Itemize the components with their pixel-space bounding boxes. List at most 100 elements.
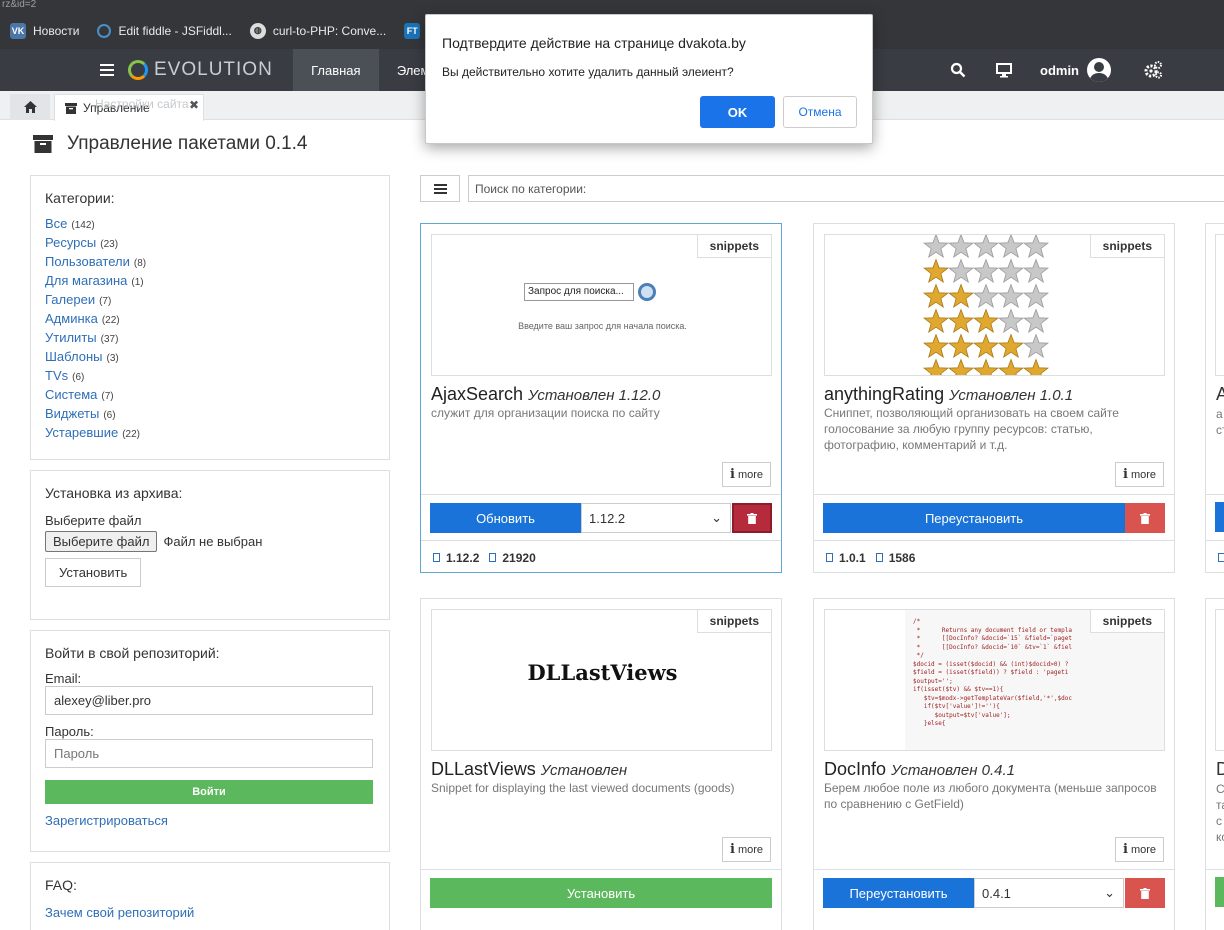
version-select[interactable]: 1.12.2 ⌄ bbox=[581, 503, 731, 533]
gears-icon[interactable] bbox=[1143, 60, 1163, 80]
category-item[interactable]: Шаблоны (3) bbox=[45, 347, 375, 366]
close-icon[interactable]: ✖ bbox=[189, 98, 199, 112]
package-desc-partial-2: ст bbox=[1216, 423, 1224, 437]
star-empty-icon bbox=[997, 235, 1025, 259]
avatar-icon[interactable] bbox=[1087, 58, 1111, 82]
list-view-button[interactable] bbox=[420, 175, 460, 202]
category-link[interactable]: Устаревшие bbox=[45, 425, 118, 440]
user-name[interactable]: odmin bbox=[1040, 63, 1079, 78]
version-select[interactable]: 0.4.1 ⌄ bbox=[974, 878, 1124, 908]
category-badge: snippets bbox=[696, 610, 771, 633]
reinstall-button[interactable]: Переустановить bbox=[823, 878, 974, 908]
reinstall-button[interactable]: Переустановить bbox=[823, 503, 1125, 533]
stat-version: 1.0.1 bbox=[839, 550, 866, 565]
more-label: more bbox=[737, 843, 763, 856]
ok-button[interactable]: OK bbox=[700, 96, 775, 128]
category-item[interactable]: Утилиты (37) bbox=[45, 328, 375, 347]
package-description: Snippet for displaying the last viewed d… bbox=[431, 781, 735, 795]
category-item[interactable]: Пользователи (8) bbox=[45, 252, 375, 271]
bookmark-label: Новости bbox=[33, 23, 80, 38]
category-link[interactable]: Галереи bbox=[45, 292, 95, 307]
star-filled-icon bbox=[947, 308, 975, 334]
category-count: (23) bbox=[100, 239, 119, 250]
package-card-docinfo: /* * Returns any document field or templ… bbox=[813, 598, 1175, 930]
package-title: AjaxSearch Установлен 1.12.0 bbox=[431, 384, 660, 405]
category-item[interactable]: Виджеты (6) bbox=[45, 404, 375, 423]
bookmark-novosti[interactable]: VK Новости bbox=[10, 22, 80, 39]
star-empty-icon bbox=[972, 283, 1000, 309]
monitor-icon[interactable] bbox=[996, 62, 1012, 78]
category-count: (7) bbox=[101, 391, 114, 402]
category-link[interactable]: Для магазина bbox=[45, 273, 127, 288]
category-badge: snippets bbox=[696, 235, 771, 258]
stat-version: 1.12.2 bbox=[446, 550, 480, 565]
nav-home[interactable]: Главная bbox=[292, 49, 379, 91]
trash-icon bbox=[1140, 887, 1150, 899]
category-link[interactable]: Утилиты bbox=[45, 330, 97, 345]
more-button[interactable]: i more bbox=[1114, 837, 1164, 862]
category-count: (142) bbox=[71, 220, 95, 231]
more-label: more bbox=[1130, 468, 1156, 481]
more-button[interactable]: i more bbox=[1114, 462, 1164, 487]
category-item[interactable]: Галереи (7) bbox=[45, 290, 375, 309]
delete-button[interactable] bbox=[1125, 878, 1165, 908]
bookmark-curl-to-php[interactable]: ◍ curl-to-PHP: Conve... bbox=[249, 22, 386, 39]
dialog-message: Вы действительно хотите удалить данный э… bbox=[442, 65, 734, 79]
category-link[interactable]: TVs bbox=[45, 368, 68, 383]
chevron-down-icon: ⌄ bbox=[1104, 885, 1115, 900]
update-button[interactable]: Обновить bbox=[430, 503, 581, 533]
category-link[interactable]: Шаблоны bbox=[45, 349, 103, 364]
category-search-input[interactable]: Поиск по категории: bbox=[468, 175, 1224, 202]
category-count: (8) bbox=[133, 258, 147, 269]
category-link[interactable]: Система bbox=[45, 387, 97, 402]
category-item[interactable]: Админка (22) bbox=[45, 309, 375, 328]
register-link[interactable]: Зарегистрироваться bbox=[45, 813, 375, 828]
info-icon: i bbox=[729, 467, 735, 482]
category-link[interactable]: Виджеты bbox=[45, 406, 99, 421]
login-button[interactable]: Войти bbox=[45, 780, 373, 804]
choose-file-button[interactable]: Выберите файл bbox=[45, 531, 158, 552]
category-link[interactable]: Ресурсы bbox=[45, 235, 96, 250]
category-item[interactable]: Ресурсы (23) bbox=[45, 233, 375, 252]
bookmark-jsfiddle[interactable]: Edit fiddle - JSFiddl... bbox=[97, 23, 232, 38]
package-desc-partial-1: а bbox=[1216, 407, 1223, 421]
category-item[interactable]: TVs (6) bbox=[45, 366, 375, 385]
delete-button[interactable] bbox=[732, 503, 772, 533]
star-filled-icon bbox=[972, 308, 1000, 334]
category-item[interactable]: Система (7) bbox=[45, 385, 375, 404]
logo[interactable]: EVOLUTION bbox=[128, 59, 273, 81]
tab-home[interactable] bbox=[10, 94, 50, 120]
category-link[interactable]: Все bbox=[45, 216, 67, 231]
install-archive-button[interactable]: Установить bbox=[45, 558, 142, 587]
email-field[interactable]: alexey@liber.pro bbox=[45, 686, 373, 715]
category-link[interactable]: Админка bbox=[45, 311, 98, 326]
stat-downloads: 1586 bbox=[888, 550, 916, 565]
star-empty-icon bbox=[972, 235, 1000, 259]
package-status: Установлен bbox=[540, 762, 628, 779]
downloads-icon bbox=[875, 553, 883, 562]
package-stats: 1.0.1 1586 bbox=[814, 540, 1174, 574]
cancel-button[interactable]: Отмена bbox=[783, 96, 857, 128]
package-title: DLLastViews Установлен bbox=[431, 759, 627, 780]
star-empty-icon bbox=[997, 283, 1025, 309]
category-item[interactable]: Для магазина (1) bbox=[45, 271, 375, 290]
category-link[interactable]: Пользователи bbox=[45, 254, 130, 269]
category-item[interactable]: Все (142) bbox=[45, 214, 375, 233]
star-empty-icon bbox=[947, 235, 975, 259]
password-field[interactable]: Пароль bbox=[45, 739, 373, 768]
faq-link[interactable]: Зачем свой репозиторий bbox=[45, 905, 375, 920]
more-button[interactable]: i more bbox=[721, 462, 771, 487]
bookmark-ft[interactable]: FT bbox=[404, 22, 421, 39]
category-count: (7) bbox=[99, 296, 112, 307]
version-value: 0.4.1 bbox=[982, 885, 1011, 901]
package-card-partial: A а ст bbox=[1205, 223, 1224, 573]
faq-heading: FAQ: bbox=[45, 877, 77, 893]
vk-icon: VK bbox=[10, 22, 26, 39]
install-button[interactable]: Установить bbox=[430, 878, 772, 908]
package-thumbnail: /* * Returns any document field or templ… bbox=[824, 609, 1165, 751]
more-button[interactable]: i more bbox=[721, 837, 771, 862]
search-icon[interactable] bbox=[950, 62, 966, 78]
delete-button[interactable] bbox=[1125, 503, 1165, 533]
menu-toggle-icon[interactable] bbox=[100, 64, 114, 76]
category-item[interactable]: Устаревшие (22) bbox=[45, 423, 375, 442]
